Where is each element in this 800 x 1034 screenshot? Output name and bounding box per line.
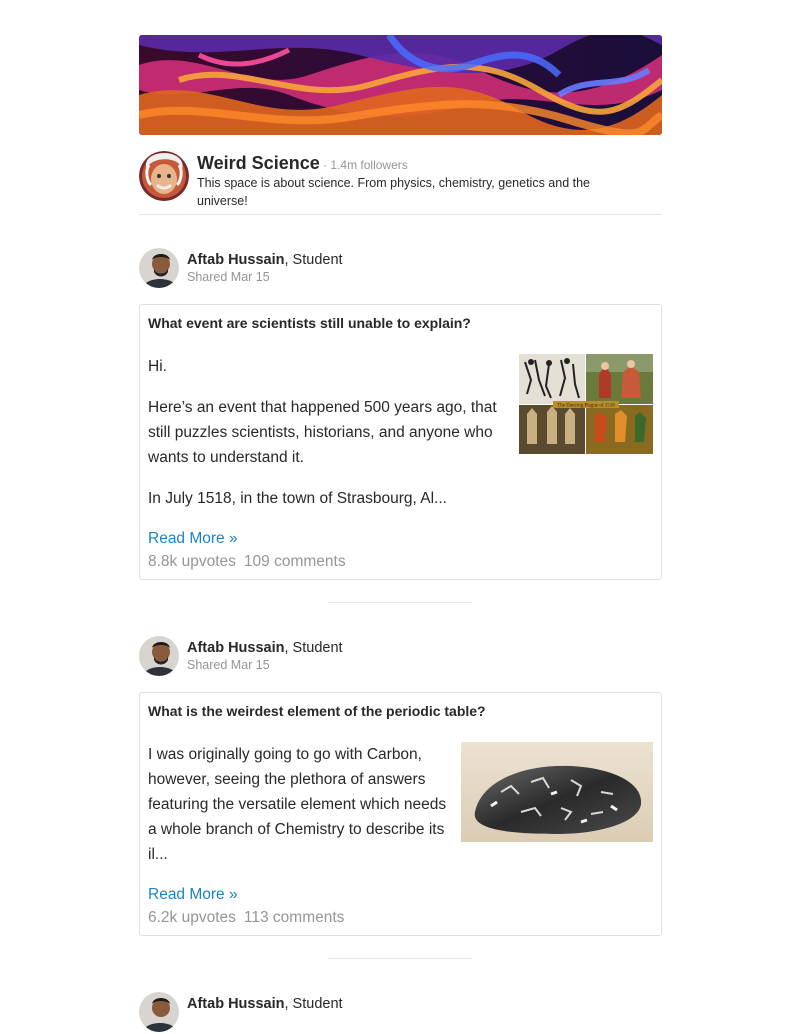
post-item: Aftab Hussain, Student Shared Mar 15 Wha…: [139, 636, 662, 936]
question-title[interactable]: What is the weirdest element of the peri…: [148, 703, 486, 719]
comment-count[interactable]: 113 comments: [244, 909, 345, 926]
question-title[interactable]: What event are scientists still unable t…: [148, 315, 471, 331]
thumbnail-caption: The Dancing Plague of 1518: [557, 404, 615, 409]
space-description: This space is about science. From physic…: [197, 176, 590, 208]
carbon-thumbnail[interactable]: [461, 742, 653, 842]
author-avatar[interactable]: [139, 248, 179, 288]
space-followers: · 1.4m followers: [319, 158, 408, 172]
dancing-plague-thumbnail[interactable]: The Dancing Plague of 1518: [519, 354, 653, 454]
author-avatar[interactable]: [139, 992, 179, 1032]
author-name[interactable]: Aftab Hussain: [187, 252, 285, 268]
shared-date: Shared Mar 15: [187, 270, 270, 284]
post-item: Aftab Hussain, Student Shared Mar 15 Wha…: [139, 248, 662, 580]
post-stats: 6.2k upvotes 113 comments: [148, 909, 344, 927]
post-card[interactable]: What event are scientists still unable t…: [139, 304, 662, 580]
space-avatar[interactable]: [139, 151, 189, 201]
author-avatar[interactable]: [139, 636, 179, 676]
author-credential: , Student: [284, 996, 343, 1012]
comment-count[interactable]: 109 comments: [244, 553, 346, 570]
post-item: Aftab Hussain, Student: [139, 992, 662, 1034]
post-author: Aftab Hussain, Student: [139, 992, 662, 1034]
space-name[interactable]: Weird Science: [197, 153, 320, 173]
upvote-count[interactable]: 8.8k upvotes: [148, 553, 236, 570]
upvote-count[interactable]: 6.2k upvotes: [148, 909, 236, 926]
post-stats: 8.8k upvotes 109 comments: [148, 553, 346, 571]
body-paragraph: I was originally going to go with Carbon…: [148, 746, 447, 863]
read-more-link[interactable]: Read More »: [148, 886, 238, 904]
space-banner-image: [139, 35, 662, 135]
author-credential: , Student: [284, 252, 343, 268]
author-credential: , Student: [284, 640, 343, 656]
body-paragraph: In July 1518, in the town of Strasbourg,…: [148, 490, 447, 507]
post-author: Aftab Hussain, Student Shared Mar 15: [139, 248, 662, 290]
read-more-link[interactable]: Read More »: [148, 530, 238, 548]
post-divider: [328, 602, 472, 603]
post-body: Hi. Here’s an event that happened 500 ye…: [148, 354, 510, 527]
body-paragraph: Here’s an event that happened 500 years …: [148, 399, 497, 466]
body-paragraph: Hi.: [148, 358, 167, 375]
author-name[interactable]: Aftab Hussain: [187, 996, 285, 1012]
shared-date: Shared Mar 15: [187, 658, 270, 672]
post-card[interactable]: What is the weirdest element of the peri…: [139, 692, 662, 936]
space-title[interactable]: Weird Science · 1.4m followers: [197, 153, 408, 174]
post-body: I was originally going to go with Carbon…: [148, 742, 448, 883]
post-author: Aftab Hussain, Student Shared Mar 15: [139, 636, 662, 678]
post-divider: [328, 958, 472, 959]
author-name[interactable]: Aftab Hussain: [187, 640, 285, 656]
space-header: Weird Science · 1.4m followers This spac…: [139, 150, 662, 215]
